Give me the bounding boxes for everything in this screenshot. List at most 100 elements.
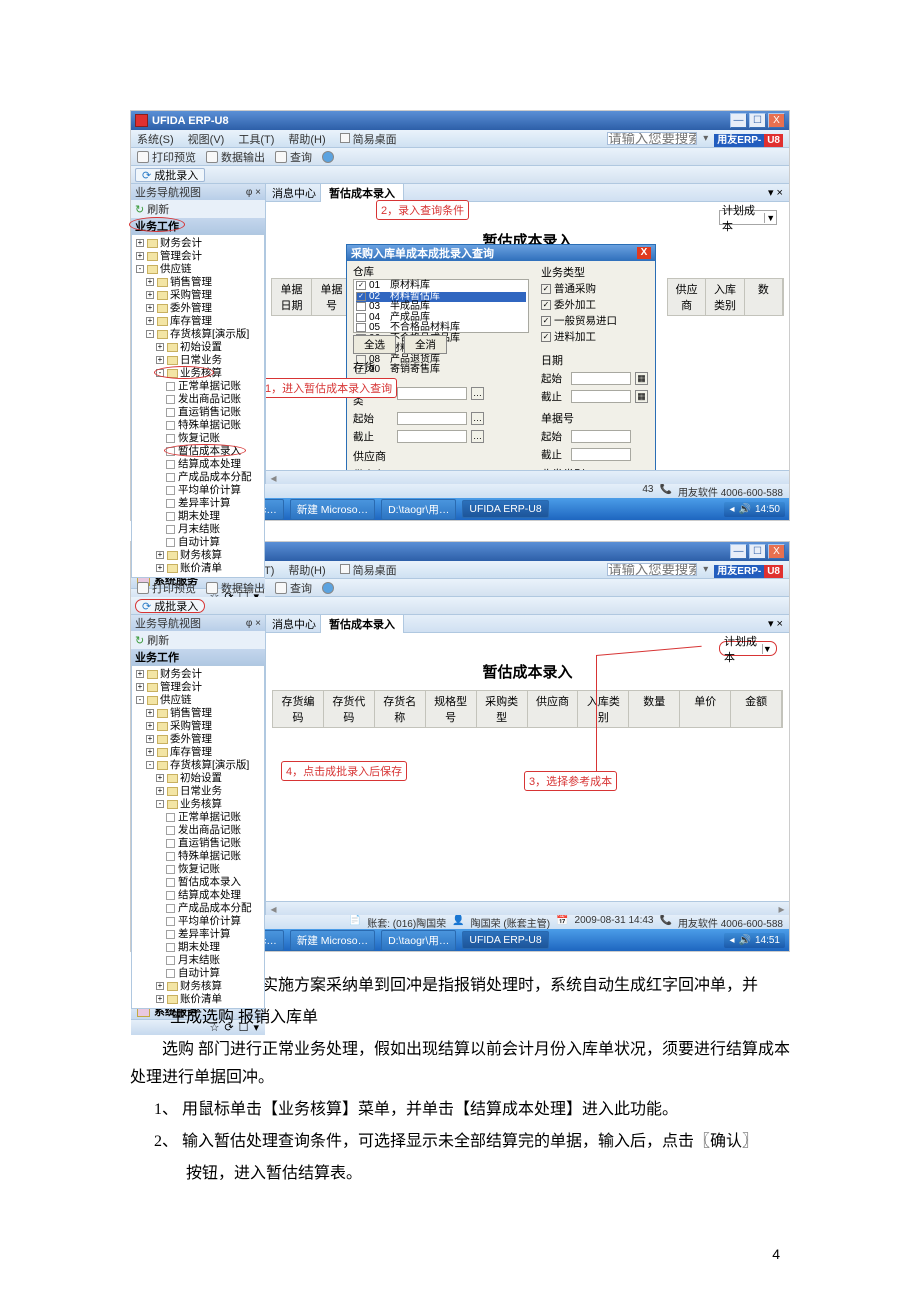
tree-node[interactable]: 平均单价计算 xyxy=(132,484,264,497)
tree-node[interactable]: -业务核算 xyxy=(132,798,264,811)
tree-node[interactable]: +账价清单 xyxy=(132,993,264,1006)
lookup-icon[interactable]: … xyxy=(471,387,484,400)
scroll-right-icon[interactable]: ▸ xyxy=(774,902,789,916)
close-button[interactable]: X xyxy=(768,544,785,559)
search-icon[interactable]: ▾ xyxy=(703,133,708,144)
tab-more[interactable]: ▾ × xyxy=(768,186,783,199)
taskbar-item[interactable]: UFIDA ERP-U8 xyxy=(462,500,548,518)
biz-checkbox[interactable]: ✓委外加工 xyxy=(541,297,649,312)
help-icon[interactable] xyxy=(322,151,334,163)
tree-node[interactable]: 发出商品记账 xyxy=(132,393,264,406)
tree-node[interactable]: 直运销售记账 xyxy=(132,837,264,850)
tree-node[interactable]: +财务会计 xyxy=(132,668,264,681)
tree-node[interactable]: -存货核算[演示版] xyxy=(132,328,264,341)
tree-node[interactable]: 月末结账 xyxy=(132,954,264,967)
tree-node[interactable]: 直运销售记账 xyxy=(132,406,264,419)
help-icon[interactable] xyxy=(322,582,334,594)
inv-from-input[interactable] xyxy=(397,412,467,425)
menu-tool[interactable]: 工具(T) xyxy=(238,131,274,147)
scroll-left-icon[interactable]: ◂ xyxy=(266,902,281,916)
tab-msgcenter[interactable]: 消息中心 xyxy=(272,185,316,201)
invcat-input[interactable] xyxy=(397,387,467,400)
tree-node[interactable]: 产成品成本分配 xyxy=(132,902,264,915)
tree-node[interactable]: -供应链 xyxy=(132,694,264,707)
taskbar-item[interactable]: 新建 Microso… xyxy=(290,499,375,520)
calendar-icon[interactable]: ▦ xyxy=(635,372,648,385)
tree-node[interactable]: -业务核算 xyxy=(132,367,264,380)
menu-simple[interactable]: 简易桌面 xyxy=(340,562,397,578)
tree-node[interactable]: +销售管理 xyxy=(132,707,264,720)
tree-node[interactable]: 自动计算 xyxy=(132,967,264,980)
taskbar-item[interactable]: D:\taogr\用… xyxy=(381,499,456,520)
dialog-close[interactable]: X xyxy=(637,247,651,259)
system-tray[interactable]: ◂🔊14:50 xyxy=(724,502,785,517)
tree-node[interactable]: +初始设置 xyxy=(132,772,264,785)
tree-node[interactable]: -供应链 xyxy=(132,263,264,276)
nav-tree[interactable]: +财务会计+管理会计-供应链+销售管理+采购管理+委外管理+库存管理-存货核算[… xyxy=(131,234,265,578)
tree-node[interactable]: +委外管理 xyxy=(132,302,264,315)
tree-node[interactable]: +库存管理 xyxy=(132,315,264,328)
tree-node[interactable]: 差异率计算 xyxy=(132,497,264,510)
close-button[interactable]: X xyxy=(768,113,785,128)
tree-node[interactable]: 自动计算 xyxy=(132,536,264,549)
tree-node[interactable]: +初始设置 xyxy=(132,341,264,354)
nav-refresh[interactable]: ↻刷新 xyxy=(131,200,265,218)
scroll-left-icon[interactable]: ◂ xyxy=(266,471,281,485)
pin-icon[interactable]: φ × xyxy=(246,187,261,198)
biz-checkbox[interactable]: ✓进料加工 xyxy=(541,329,649,344)
tree-node[interactable]: +采购管理 xyxy=(132,720,264,733)
tool-preview[interactable]: 打印预览 xyxy=(137,149,196,165)
tool-export[interactable]: 数据输出 xyxy=(206,149,265,165)
tree-node[interactable]: +管理会计 xyxy=(132,250,264,263)
calendar-icon[interactable]: ▦ xyxy=(635,390,648,403)
nav-tree[interactable]: +财务会计+管理会计-供应链+销售管理+采购管理+委外管理+库存管理-存货核算[… xyxy=(131,665,265,1009)
tree-node[interactable]: 期末处理 xyxy=(132,941,264,954)
inv-to-input[interactable] xyxy=(397,430,467,443)
minimize-button[interactable]: — xyxy=(730,113,747,128)
tree-node[interactable]: -存货核算[演示版] xyxy=(132,759,264,772)
tree-node[interactable]: +管理会计 xyxy=(132,681,264,694)
lookup-icon[interactable]: … xyxy=(471,430,484,443)
search-input[interactable] xyxy=(607,132,697,145)
menu-help[interactable]: 帮助(H) xyxy=(288,131,325,147)
tree-node[interactable]: 结算成本处理 xyxy=(132,458,264,471)
menu-view[interactable]: 视图(V) xyxy=(188,131,225,147)
cost-select[interactable]: 计划成本▼ xyxy=(719,210,777,225)
batch-entry-button[interactable]: ⟳ 成批录入 xyxy=(135,168,205,182)
tree-node[interactable]: +销售管理 xyxy=(132,276,264,289)
tree-node[interactable]: +财务核算 xyxy=(132,549,264,562)
tree-node[interactable]: 特殊单据记账 xyxy=(132,419,264,432)
lookup-icon[interactable]: … xyxy=(471,412,484,425)
tool-preview[interactable]: 打印预览 xyxy=(137,580,196,596)
tool-query[interactable]: 查询 xyxy=(275,580,312,596)
tree-node[interactable]: +库存管理 xyxy=(132,746,264,759)
tree-node[interactable]: 平均单价计算 xyxy=(132,915,264,928)
menu-system[interactable]: 系统(S) xyxy=(137,131,174,147)
tree-node[interactable]: 正常单据记账 xyxy=(132,811,264,824)
search-input[interactable] xyxy=(607,563,697,576)
warehouse-list[interactable]: ✓01原材料库✓02材料暂估库03半成品库04产成品库05不合格品材料库06不合… xyxy=(353,279,529,333)
tree-node[interactable]: 月末结账 xyxy=(132,523,264,536)
tree-node[interactable]: 恢复记账 xyxy=(132,432,264,445)
nav-refresh[interactable]: ↻刷新 xyxy=(131,631,265,649)
tree-node[interactable]: 正常单据记账 xyxy=(132,380,264,393)
chevron-down-icon[interactable]: ▼ xyxy=(764,213,776,223)
tree-node[interactable]: 期末处理 xyxy=(132,510,264,523)
btn-none[interactable]: 全消 xyxy=(404,335,447,354)
menu-help[interactable]: 帮助(H) xyxy=(288,562,325,578)
minimize-button[interactable]: — xyxy=(730,544,747,559)
maximize-button[interactable]: ☐ xyxy=(749,113,766,128)
tool-query[interactable]: 查询 xyxy=(275,149,312,165)
btn-all[interactable]: 全选 xyxy=(353,335,396,354)
tree-node[interactable]: +财务核算 xyxy=(132,980,264,993)
tool-export[interactable]: 数据输出 xyxy=(206,580,265,596)
tree-node[interactable]: 恢复记账 xyxy=(132,863,264,876)
tree-node[interactable]: 产成品成本分配 xyxy=(132,471,264,484)
tree-node[interactable]: 差异率计算 xyxy=(132,928,264,941)
tree-node[interactable]: +日常业务 xyxy=(132,354,264,367)
cost-select[interactable]: 计划成本▼ xyxy=(719,641,777,656)
tree-node[interactable]: 发出商品记账 xyxy=(132,824,264,837)
maximize-button[interactable]: ☐ xyxy=(749,544,766,559)
menu-simple[interactable]: 简易桌面 xyxy=(340,131,397,147)
tree-node[interactable]: +财务会计 xyxy=(132,237,264,250)
